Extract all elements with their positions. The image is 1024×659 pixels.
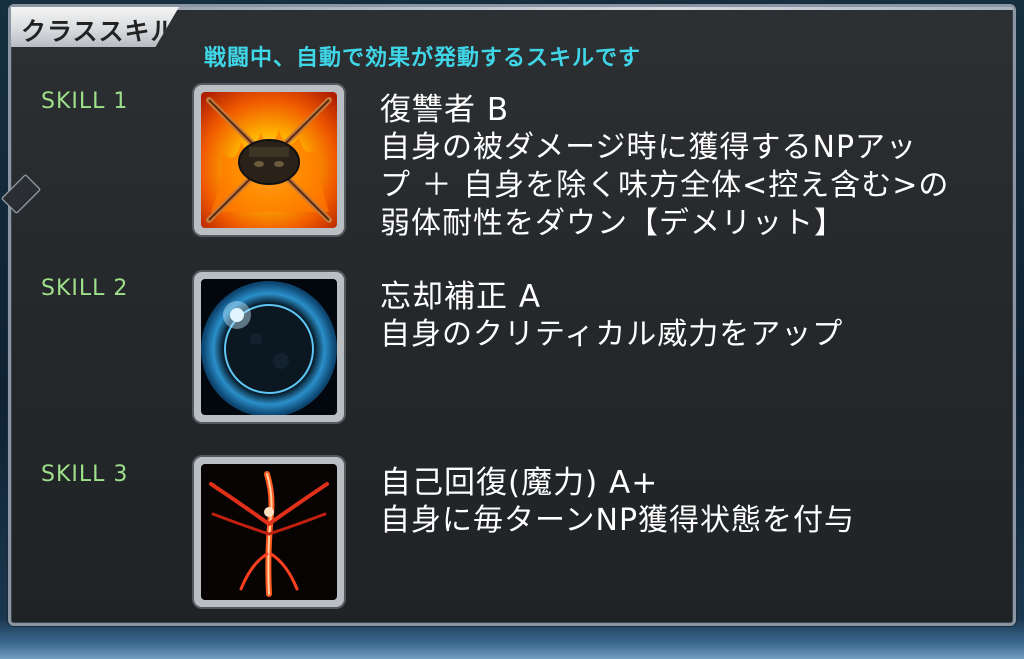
skill-1-icon-frame[interactable]	[194, 85, 344, 235]
skill-3-name: 自己回復(魔力) A+	[380, 465, 659, 501]
panel-top-border	[161, 7, 1013, 10]
skill-2-name: 忘却補正 A	[380, 279, 542, 315]
class-skill-panel: クラススキル 戦闘中、自動で効果が発動するスキルです SKILL 1 復讐者 B…	[0, 4, 1016, 626]
screen: クラススキル 戦闘中、自動で効果が発動するスキルです SKILL 1 復讐者 B…	[0, 0, 1024, 659]
skill-2-label: SKILL 2	[41, 276, 129, 301]
panel-title: クラススキル	[21, 17, 177, 46]
skill-1-description: 自身の被ダメージ時に獲得するNPアッ プ ＋ 自身を除く味方全体<控え含む>の …	[380, 129, 1020, 243]
skill-1-description-line: プ ＋ 自身を除く味方全体<控え含む>の	[380, 168, 950, 203]
eclipse-icon	[201, 279, 337, 415]
skill-3-label: SKILL 3	[41, 462, 129, 487]
panel-title-tab: クラススキル	[11, 7, 179, 47]
skill-1-name: 復讐者 B	[380, 92, 510, 128]
panel-subtitle: 戦闘中、自動で効果が発動するスキルです	[204, 46, 642, 71]
avenger-chains-fire-icon	[201, 92, 337, 228]
skill-2-description: 自身のクリティカル威力をアップ	[380, 316, 1020, 354]
skill-1-label: SKILL 1	[41, 89, 129, 114]
panel-expand-handle-icon[interactable]	[0, 173, 42, 215]
skill-2-description-line: 自身のクリティカル威力をアップ	[380, 317, 844, 352]
skill-1-description-line: 弱体耐性をダウン【デメリット】	[380, 206, 845, 241]
skill-1-description-line: 自身の被ダメージ時に獲得するNPアッ	[380, 130, 918, 165]
skill-2-icon-frame[interactable]	[194, 272, 344, 422]
skill-3-icon-frame[interactable]	[194, 457, 344, 607]
red-flame-wings-icon	[201, 464, 337, 600]
skill-3-description-line: 自身に毎ターンNP獲得状態を付与	[380, 503, 856, 538]
skill-3-description: 自身に毎ターンNP獲得状態を付与	[380, 502, 1020, 540]
